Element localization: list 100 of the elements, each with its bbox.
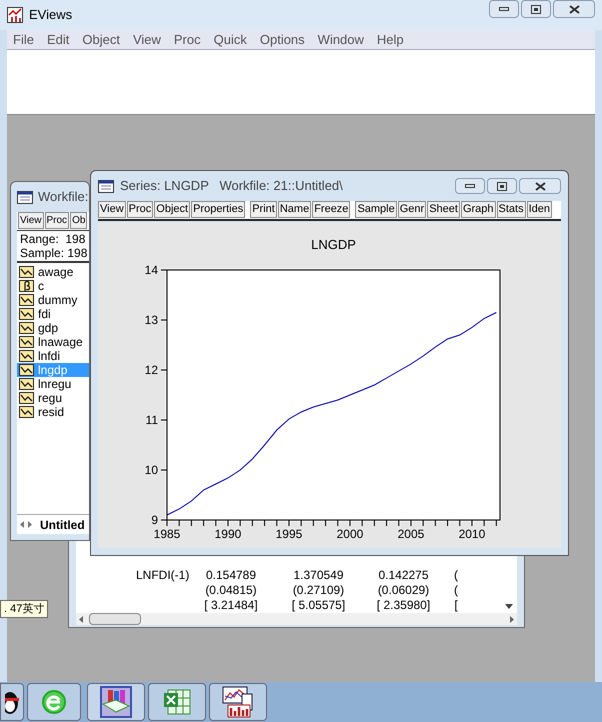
minimize-icon xyxy=(465,184,475,188)
close-button[interactable] xyxy=(553,0,595,18)
output-cell-text: [ xyxy=(453,598,459,613)
x-tick-label: 1995 xyxy=(276,527,302,541)
window-title: EViews xyxy=(29,6,74,24)
x-tick-label: 2005 xyxy=(398,527,424,541)
menu-item[interactable]: Object xyxy=(82,30,120,50)
output-cell-text: 1.370549 xyxy=(292,568,345,583)
maximize-icon xyxy=(497,182,507,190)
toolbar-button[interactable]: Sheet xyxy=(427,201,460,218)
menu-item[interactable]: Window xyxy=(318,30,364,50)
taskbar-button[interactable] xyxy=(87,683,145,721)
tooltip: . 47英寸 xyxy=(0,600,48,618)
maximize-button[interactable] xyxy=(487,178,517,194)
series-icon xyxy=(19,392,34,404)
scrollbar-thumb[interactable] xyxy=(89,613,141,625)
horizontal-scrollbar[interactable] xyxy=(76,613,517,625)
x-tick-label: 2000 xyxy=(336,527,364,541)
workfile-item[interactable]: awage xyxy=(17,265,89,279)
window-title: Workfile: xyxy=(38,188,88,206)
output-cell-text: [ 2.35980] xyxy=(376,598,432,613)
toolbar-button[interactable]: Graph xyxy=(460,201,496,218)
y-tick-label: 12 xyxy=(144,363,158,377)
beta-icon xyxy=(19,280,34,292)
minimize-button[interactable] xyxy=(455,178,485,194)
output-cell-text: (0.06029) xyxy=(376,583,430,598)
toolbar-button[interactable]: View xyxy=(18,212,44,229)
toolbar-button[interactable]: Properties xyxy=(191,201,246,218)
tab-scroll-right-icon[interactable] xyxy=(28,521,32,528)
maximize-icon xyxy=(531,4,541,14)
toolbar-button[interactable]: Name xyxy=(278,201,312,218)
close-button[interactable] xyxy=(519,178,561,194)
toolbar-button[interactable]: Stats xyxy=(496,201,526,218)
workfile-item[interactable]: lnawage xyxy=(17,335,89,349)
menu-item[interactable]: Options xyxy=(260,30,305,50)
chart-icon xyxy=(222,686,254,718)
series-icon xyxy=(19,406,34,418)
series-icon xyxy=(19,364,34,376)
workfile-item[interactable]: dummy xyxy=(17,293,89,307)
y-tick-label: 11 xyxy=(146,413,158,427)
browser-icon xyxy=(40,688,68,716)
scroll-right-icon[interactable] xyxy=(510,616,514,622)
scroll-left-icon[interactable] xyxy=(79,616,83,622)
series-icon xyxy=(19,350,34,362)
menu-item[interactable]: Edit xyxy=(46,30,70,50)
series-icon xyxy=(19,308,34,320)
workfile-item[interactable]: lnregu xyxy=(17,377,89,391)
output-cell-text: [ 5.05575] xyxy=(290,598,346,613)
app-icon xyxy=(7,7,23,23)
workfile-item[interactable]: regu xyxy=(17,391,89,405)
x-tick-label: 1985 xyxy=(154,527,180,541)
series-icon xyxy=(19,266,34,278)
y-tick-label: 13 xyxy=(144,313,158,327)
menu-item[interactable]: View xyxy=(132,30,161,50)
toolbar-button[interactable]: Print xyxy=(250,201,277,218)
scroll-down-icon[interactable] xyxy=(505,604,513,609)
range-text: Range: 198 xyxy=(20,232,86,246)
toolbar-button[interactable]: Proc xyxy=(44,212,70,229)
series-icon xyxy=(19,322,34,334)
minimize-button[interactable] xyxy=(489,0,519,18)
close-icon xyxy=(568,4,580,14)
taskbar-button[interactable] xyxy=(209,683,267,721)
chart-title: LNGDP xyxy=(311,237,356,252)
toolbar-button[interactable]: Genr xyxy=(398,201,426,218)
x-tick-label: 2010 xyxy=(458,527,486,541)
spreadsheet-icon xyxy=(162,687,192,717)
toolbar-button[interactable]: Freeze xyxy=(312,201,350,218)
toolbar-button[interactable]: Object xyxy=(154,201,190,218)
menu-item[interactable]: File xyxy=(13,30,34,50)
workfile-item[interactable]: resid xyxy=(17,405,89,419)
workfile-item[interactable]: lnfdi xyxy=(17,349,89,363)
toolbar-button[interactable]: Proc xyxy=(126,201,154,218)
close-icon xyxy=(534,182,546,190)
output-cell-text: (0.27109) xyxy=(292,583,346,598)
y-tick-label: 14 xyxy=(144,263,158,277)
menu-item[interactable]: Proc xyxy=(174,30,201,50)
toolbar-button[interactable]: Iden xyxy=(526,201,552,218)
y-tick-label: 9 xyxy=(151,513,158,527)
tab-scroll-left-icon[interactable] xyxy=(20,521,24,528)
toolbar-button[interactable]: Ob xyxy=(70,212,88,229)
maximize-button[interactable] xyxy=(521,0,551,18)
series-icon xyxy=(19,336,34,348)
window-icon xyxy=(98,180,114,192)
y-tick-label: 10 xyxy=(144,463,158,477)
taskbar-button[interactable] xyxy=(0,683,24,721)
output-cell-text: [ 3.21484] xyxy=(203,598,259,613)
workfile-item[interactable]: fdi xyxy=(17,307,89,321)
penguin-icon xyxy=(5,689,19,715)
output-cell-text: ( xyxy=(453,583,459,598)
menu-item[interactable]: Quick xyxy=(214,30,247,50)
workfile-item[interactable]: gdp xyxy=(17,321,89,335)
toolbar-button[interactable]: View xyxy=(98,201,126,218)
window-icon xyxy=(17,190,33,204)
toolbar-button[interactable]: Sample xyxy=(355,201,397,218)
menu-item[interactable]: Help xyxy=(376,30,404,50)
series-icon xyxy=(19,378,34,390)
workfile-item[interactable]: c xyxy=(17,279,89,293)
output-cell-text: ( xyxy=(453,568,459,583)
minimize-icon xyxy=(499,7,509,11)
series-icon xyxy=(19,294,34,306)
